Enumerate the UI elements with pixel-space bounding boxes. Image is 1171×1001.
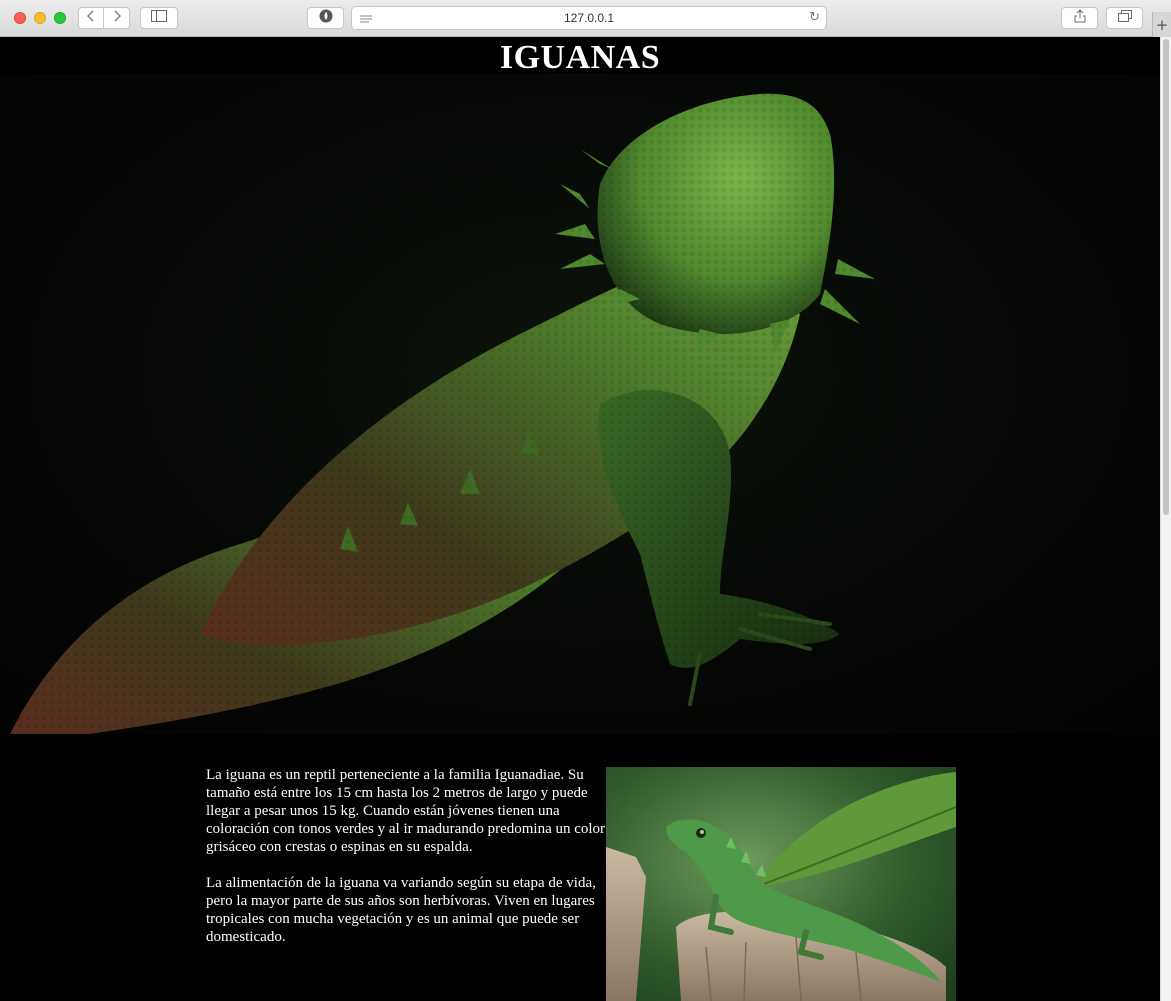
tabs-icon <box>1117 10 1132 26</box>
privacy-button[interactable] <box>307 7 344 29</box>
vertical-scrollbar[interactable] <box>1160 37 1171 1001</box>
content-section: La iguana es un reptil perteneciente a l… <box>0 734 1160 1001</box>
forward-button[interactable] <box>103 7 130 29</box>
close-window-button[interactable] <box>14 12 26 24</box>
page-header: IGUANAS <box>0 37 1160 76</box>
tabs-overview-button[interactable] <box>1106 7 1143 29</box>
chevron-right-icon <box>112 10 122 26</box>
iguana-on-stump-illustration <box>606 767 956 1001</box>
plus-icon: + <box>1155 16 1169 34</box>
zoom-window-button[interactable] <box>54 12 66 24</box>
back-button[interactable] <box>78 7 104 29</box>
iguana-thumbnail-image <box>606 767 956 1001</box>
share-icon <box>1074 9 1086 27</box>
sidebar-button[interactable] <box>140 7 178 29</box>
new-tab-button[interactable]: + <box>1152 12 1171 38</box>
minimize-window-button[interactable] <box>34 12 46 24</box>
description-text: La iguana es un reptil perteneciente a l… <box>206 766 606 964</box>
paragraph-diet-habitat: La alimentación de la iguana va variando… <box>206 875 596 945</box>
paragraph-description: La iguana es un reptil perteneciente a l… <box>206 767 606 855</box>
url-text: 127.0.0.1 <box>563 11 615 25</box>
reload-icon[interactable]: ↻ <box>809 10 820 25</box>
shield-icon <box>319 9 333 27</box>
browser-toolbar: 127.0.0.1 ↻ + <box>0 0 1171 38</box>
chevron-left-icon <box>86 10 96 26</box>
iguana-illustration <box>0 74 1160 734</box>
sidebar-icon <box>151 10 167 26</box>
address-bar[interactable]: 127.0.0.1 ↻ <box>351 6 827 30</box>
page-title: IGUANAS <box>499 39 661 76</box>
scrollbar-thumb[interactable] <box>1163 39 1169 515</box>
share-button[interactable] <box>1061 7 1098 29</box>
hero-iguana-image <box>0 74 1160 734</box>
